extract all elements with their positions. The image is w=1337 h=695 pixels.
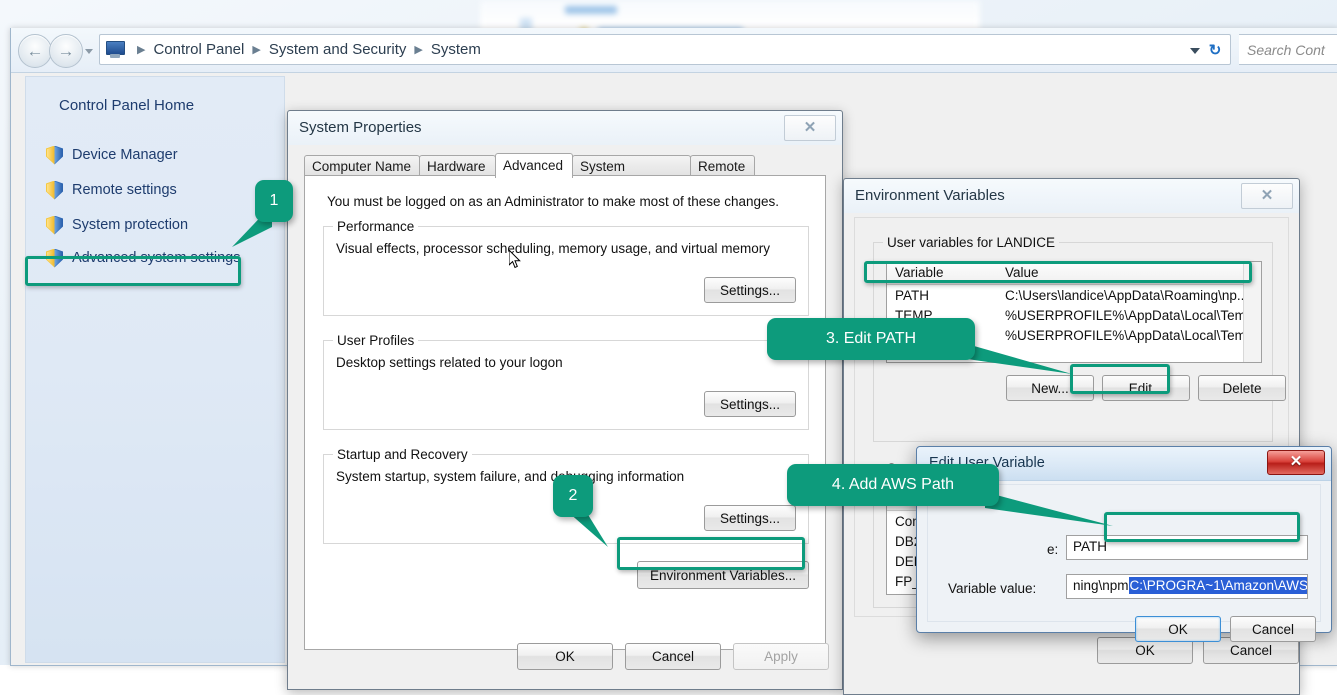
breadcrumb-separator: ▶ xyxy=(252,44,261,56)
system-properties-dialog: System Properties ✕ Computer Name Hardwa… xyxy=(287,110,843,690)
startup-recovery-settings-button[interactable]: Settings... xyxy=(704,505,796,531)
callout-tail xyxy=(985,492,1113,526)
user-profiles-description: Desktop settings related to your logon xyxy=(336,355,563,370)
forward-arrow-icon: → xyxy=(57,41,75,61)
breadcrumb-control-panel[interactable]: Control Panel xyxy=(151,41,246,58)
callout-text: 2 xyxy=(568,487,578,504)
system-properties-apply-button: Apply xyxy=(733,643,829,670)
highlight-advanced-system-settings xyxy=(25,256,241,286)
forward-button[interactable]: → xyxy=(49,34,83,68)
sidebar: Control Panel Home Device Manager Remote… xyxy=(25,76,285,663)
performance-description: Visual effects, processor scheduling, me… xyxy=(336,241,770,256)
breadcrumb-system-and-security[interactable]: System and Security xyxy=(267,41,409,58)
callout-text: 3. Edit PATH xyxy=(825,330,917,347)
shield-icon xyxy=(46,145,63,165)
sidebar-item-remote-settings[interactable]: Remote settings xyxy=(36,177,274,203)
highlight-edit-button xyxy=(1070,364,1170,394)
callout-text: 1 xyxy=(269,192,279,209)
system-properties-cancel-button[interactable]: Cancel xyxy=(625,643,721,670)
highlight-variable-value-input xyxy=(1104,512,1300,542)
back-button[interactable]: ← xyxy=(18,34,52,68)
advanced-tab-panel: You must be logged on as an Administrato… xyxy=(304,175,826,650)
sidebar-item-label: Remote settings xyxy=(72,182,177,198)
system-properties-ok-button[interactable]: OK xyxy=(517,643,613,670)
back-arrow-icon: ← xyxy=(26,41,44,61)
tab-hardware[interactable]: Hardware xyxy=(419,155,496,176)
edit-user-variable-ok-button[interactable]: OK xyxy=(1135,616,1221,642)
navigation-bar: ← → ▶ Control Panel ▶ System and Securit… xyxy=(11,28,1337,73)
performance-group: Performance Visual effects, processor sc… xyxy=(323,219,809,316)
close-icon[interactable]: ✕ xyxy=(1267,450,1325,475)
address-dropdown-chevron-down-icon[interactable] xyxy=(1190,48,1200,54)
callout-4: 4. Add AWS Path xyxy=(787,464,999,506)
breadcrumb-separator: ▶ xyxy=(414,44,423,56)
callout-tail xyxy=(960,342,1072,374)
admin-notice: You must be logged on as an Administrato… xyxy=(327,194,780,209)
close-icon[interactable]: ✕ xyxy=(1241,183,1293,209)
variable-value-label: Variable value: xyxy=(948,581,1037,596)
cell-value: %USERPROFILE%\AppData\Local\Temp xyxy=(1005,327,1254,343)
recent-pages-chevron-down-icon[interactable] xyxy=(85,49,93,54)
system-properties-tabs: Computer Name Hardware Advanced System P… xyxy=(304,153,826,195)
tab-advanced[interactable]: Advanced xyxy=(495,153,573,178)
cell-variable: PATH xyxy=(895,287,930,303)
cell-value: C:\Users\landice\AppData\Roaming\np... xyxy=(1005,287,1249,303)
search-placeholder: Search Cont xyxy=(1247,41,1325,58)
callout-2: 2 xyxy=(553,475,593,517)
sidebar-item-label: Device Manager xyxy=(72,147,178,163)
user-profiles-group: User Profiles Desktop settings related t… xyxy=(323,333,809,430)
highlight-path-row xyxy=(864,261,1252,283)
tab-system-protection[interactable]: System Protection xyxy=(572,155,691,195)
environment-variables-title-bar: Environment Variables ✕ xyxy=(844,179,1299,213)
variable-value-prefix: ning\npm xyxy=(1073,578,1129,593)
mouse-cursor-icon xyxy=(509,250,521,269)
environment-variables-title: Environment Variables xyxy=(855,187,1005,204)
tab-computer-name[interactable]: Computer Name xyxy=(304,155,420,176)
close-icon[interactable]: ✕ xyxy=(784,115,836,141)
user-profiles-settings-button[interactable]: Settings... xyxy=(704,391,796,417)
shield-icon xyxy=(46,180,63,200)
sidebar-item-device-manager[interactable]: Device Manager xyxy=(36,142,274,168)
variable-value-input[interactable]: ning\npmC:\PROGRA~1\Amazon\AWSCLI xyxy=(1066,574,1308,599)
variable-name-label: e: xyxy=(1047,542,1059,557)
edit-user-variable-cancel-button[interactable]: Cancel xyxy=(1230,616,1316,642)
callout-text: 4. Add AWS Path xyxy=(831,476,955,493)
address-bar[interactable]: ▶ Control Panel ▶ System and Security ▶ … xyxy=(99,34,1231,65)
sidebar-item-label: System protection xyxy=(72,217,189,233)
breadcrumb-system[interactable]: System xyxy=(429,41,483,58)
cell-value: %USERPROFILE%\AppData\Local\Temp xyxy=(1005,307,1254,323)
callout-3: 3. Edit PATH xyxy=(767,318,975,360)
control-panel-window: ← → ▶ Control Panel ▶ System and Securit… xyxy=(10,28,1337,695)
refresh-icon[interactable]: ↻ xyxy=(1206,42,1224,60)
breadcrumb-separator: ▶ xyxy=(137,44,146,56)
computer-icon xyxy=(105,40,127,59)
system-properties-title-bar: System Properties ✕ xyxy=(288,111,842,145)
callout-1: 1 xyxy=(255,180,293,222)
user-variables-group-title: User variables for LANDICE xyxy=(883,235,1060,250)
highlight-environment-variables-button xyxy=(617,537,805,570)
performance-group-title: Performance xyxy=(333,219,419,234)
delete-variable-button[interactable]: Delete xyxy=(1198,375,1286,401)
sidebar-item-control-panel-home[interactable]: Control Panel Home xyxy=(59,97,194,114)
system-properties-title: System Properties xyxy=(299,119,422,136)
tab-remote[interactable]: Remote xyxy=(690,155,755,176)
search-input[interactable]: Search Cont xyxy=(1239,34,1337,65)
performance-settings-button[interactable]: Settings... xyxy=(704,277,796,303)
startup-recovery-group-title: Startup and Recovery xyxy=(333,447,472,462)
table-row[interactable]: PATH C:\Users\landice\AppData\Roaming\np… xyxy=(887,285,1261,305)
variable-value-selected-text: C:\PROGRA~1\Amazon\AWSCLI xyxy=(1128,577,1307,594)
shield-icon xyxy=(46,215,63,235)
user-profiles-group-title: User Profiles xyxy=(333,333,419,348)
startup-recovery-description: System startup, system failure, and debu… xyxy=(336,469,685,484)
